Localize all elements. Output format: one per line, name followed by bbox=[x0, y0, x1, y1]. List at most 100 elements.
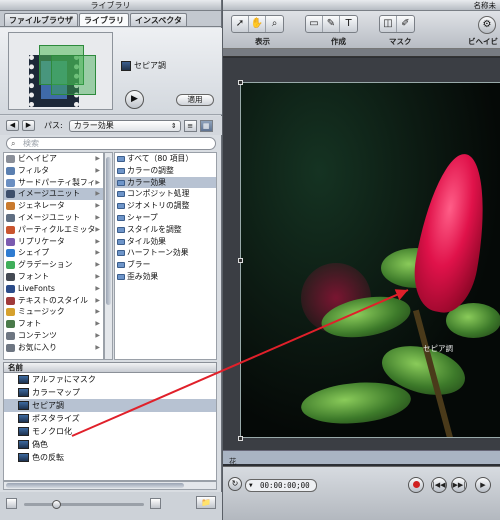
hand-icon[interactable]: ✋ bbox=[249, 16, 266, 32]
corner-handle[interactable] bbox=[238, 436, 243, 441]
effect-list-item[interactable]: アルファにマスク bbox=[4, 373, 216, 386]
category-scrollbar[interactable] bbox=[104, 152, 113, 360]
icon-view-icon[interactable]: ▦ bbox=[199, 119, 213, 132]
gear-icon[interactable]: ⚙ bbox=[478, 16, 496, 34]
slider-knob[interactable] bbox=[52, 500, 61, 509]
canvas-effect-label: セピア調 bbox=[423, 344, 453, 353]
tab-file-browser[interactable]: ファイルブラウザ bbox=[4, 13, 78, 26]
add-folder-icon[interactable]: 📁 bbox=[196, 496, 216, 509]
image-unit-icon bbox=[121, 60, 131, 71]
search-placeholder: 検索 bbox=[23, 139, 39, 148]
view-tool-group: ➚ ✋ ⌕ bbox=[231, 15, 284, 33]
zoom-icon[interactable]: ⌕ bbox=[266, 16, 283, 32]
category-item[interactable]: イメージユニット ▶ bbox=[4, 212, 103, 224]
rectangle-icon[interactable]: ▭ bbox=[306, 16, 323, 32]
mask-rect-icon[interactable]: ◫ bbox=[380, 16, 397, 32]
effect-list-item[interactable]: モノクロ化 bbox=[4, 425, 216, 438]
category-item[interactable]: イメージユニット ▶ bbox=[4, 188, 103, 201]
category-item[interactable]: ビヘイビア ▶ bbox=[4, 153, 103, 165]
category-item[interactable]: パーティクルエミッタ ▶ bbox=[4, 224, 103, 236]
back-arrow-icon[interactable]: ◀ bbox=[6, 120, 19, 131]
category-item[interactable]: フィルタ ▶ bbox=[4, 165, 103, 177]
list-view-icon[interactable]: ≡ bbox=[183, 119, 197, 132]
tab-library[interactable]: ライブラリ bbox=[79, 13, 129, 26]
forward-arrow-icon[interactable]: ▶ bbox=[22, 120, 35, 131]
particle-icon bbox=[6, 225, 15, 234]
subcategory-item[interactable]: コンポジット処理 bbox=[115, 188, 216, 200]
category-item[interactable]: リプリケータ ▶ bbox=[4, 236, 103, 248]
category-item[interactable]: フォト ▶ bbox=[4, 318, 103, 330]
subcategory-item[interactable]: ジオメトリの調整 bbox=[115, 200, 216, 212]
category-item[interactable]: LiveFonts ▶ bbox=[4, 283, 103, 295]
subcategory-item[interactable]: タイル効果 bbox=[115, 236, 216, 248]
tab-inspector[interactable]: インスペクタ bbox=[130, 13, 187, 26]
image-unit-icon bbox=[18, 414, 29, 423]
disclosure-arrow-icon: ▶ bbox=[95, 155, 100, 162]
path-select[interactable]: カラー効果 ⇕ bbox=[68, 119, 181, 132]
effect-list-item[interactable]: カラーマップ bbox=[4, 386, 216, 399]
category-label: コンテンツ bbox=[18, 330, 57, 340]
select-arrow-icon[interactable]: ➚ bbox=[232, 16, 249, 32]
subcategory-item[interactable]: カラー効果 bbox=[115, 176, 216, 189]
category-item[interactable]: お気に入り ▶ bbox=[4, 342, 103, 354]
livefonts-icon bbox=[6, 284, 15, 293]
mask-bezier-icon[interactable]: ✐ bbox=[397, 16, 414, 32]
subcategory-item[interactable]: すべて（80 項目） bbox=[115, 153, 216, 165]
search-input[interactable]: ⌕ 検索 bbox=[6, 137, 216, 150]
subcategory-label: 歪み効果 bbox=[127, 271, 159, 281]
category-item[interactable]: サードパーティ製フィ ▶ bbox=[4, 177, 103, 189]
category-item[interactable]: コンテンツ ▶ bbox=[4, 330, 103, 342]
small-icon-size-icon[interactable] bbox=[6, 498, 17, 509]
disclosure-arrow-icon: ▶ bbox=[95, 249, 100, 257]
effect-list-item[interactable]: ポスタライズ bbox=[4, 412, 216, 425]
effect-list-item[interactable]: 偽色 bbox=[4, 438, 216, 451]
category-item[interactable]: グラデーション ▶ bbox=[4, 259, 103, 271]
bezier-icon[interactable]: ✎ bbox=[323, 16, 340, 32]
category-item[interactable]: シェイプ ▶ bbox=[4, 247, 103, 259]
photo-icon bbox=[6, 320, 15, 329]
gradient-icon bbox=[6, 261, 15, 270]
search-icon: ⌕ bbox=[11, 139, 16, 148]
subcategory-item[interactable]: カラーの調整 bbox=[115, 165, 216, 177]
text-icon[interactable]: T bbox=[340, 16, 357, 32]
timeline-bar[interactable] bbox=[223, 450, 500, 464]
play-button[interactable]: ▶▶| bbox=[451, 477, 467, 493]
library-title: ライブラリ bbox=[0, 0, 221, 11]
icon-size-slider[interactable] bbox=[24, 500, 144, 509]
list-header-name[interactable]: 名前 bbox=[3, 362, 217, 373]
category-label: フォト bbox=[18, 319, 42, 329]
subcategory-item[interactable]: スタイルを調整 bbox=[115, 224, 216, 236]
loop-icon[interactable]: ↻ bbox=[228, 477, 242, 491]
category-item[interactable]: フォント ▶ bbox=[4, 271, 103, 283]
disclosure-arrow-icon: ▶ bbox=[95, 343, 100, 351]
category-item[interactable]: ミュージック ▶ bbox=[4, 306, 103, 318]
subcategory-item[interactable]: ブラー bbox=[115, 259, 216, 271]
behavior-group-label: ビヘイビ bbox=[468, 37, 498, 46]
go-to-start-button[interactable]: |◀◀ bbox=[431, 477, 447, 493]
side-handle[interactable] bbox=[238, 258, 243, 263]
category-item[interactable]: ジェネレータ ▶ bbox=[4, 200, 103, 212]
category-label: お気に入り bbox=[18, 342, 57, 352]
timecode-value: 00:00:00;00 bbox=[260, 481, 310, 490]
record-button[interactable] bbox=[408, 477, 424, 493]
effect-list-item[interactable]: 色の反転 bbox=[4, 451, 216, 464]
play-icon[interactable]: ▶ bbox=[475, 477, 491, 493]
horizontal-scrollbar[interactable] bbox=[3, 481, 217, 490]
folder-icon bbox=[117, 203, 125, 210]
subcategory-item[interactable]: 歪み効果 bbox=[115, 271, 216, 283]
disclosure-arrow-icon: ▶ bbox=[95, 202, 100, 210]
category-item[interactable]: テキストのスタイル ▶ bbox=[4, 295, 103, 307]
category-label: フォント bbox=[18, 271, 50, 281]
subcategory-label: カラーの調整 bbox=[127, 165, 174, 175]
subcategory-item[interactable]: ハーフトーン効果 bbox=[115, 247, 216, 259]
canvas-area[interactable]: セピア調 bbox=[223, 58, 500, 450]
canvas-image[interactable] bbox=[240, 82, 500, 438]
filter-icon bbox=[6, 166, 15, 175]
corner-handle[interactable] bbox=[238, 80, 243, 85]
apply-button[interactable]: 適用 bbox=[176, 94, 214, 106]
effect-list-item[interactable]: セピア調 bbox=[4, 399, 216, 412]
timecode-field[interactable]: ▼ 00:00:00;00 bbox=[245, 479, 317, 492]
play-preview-button[interactable]: ▶ bbox=[125, 90, 144, 109]
large-icon-size-icon[interactable] bbox=[150, 498, 161, 509]
subcategory-item[interactable]: シャープ bbox=[115, 212, 216, 224]
